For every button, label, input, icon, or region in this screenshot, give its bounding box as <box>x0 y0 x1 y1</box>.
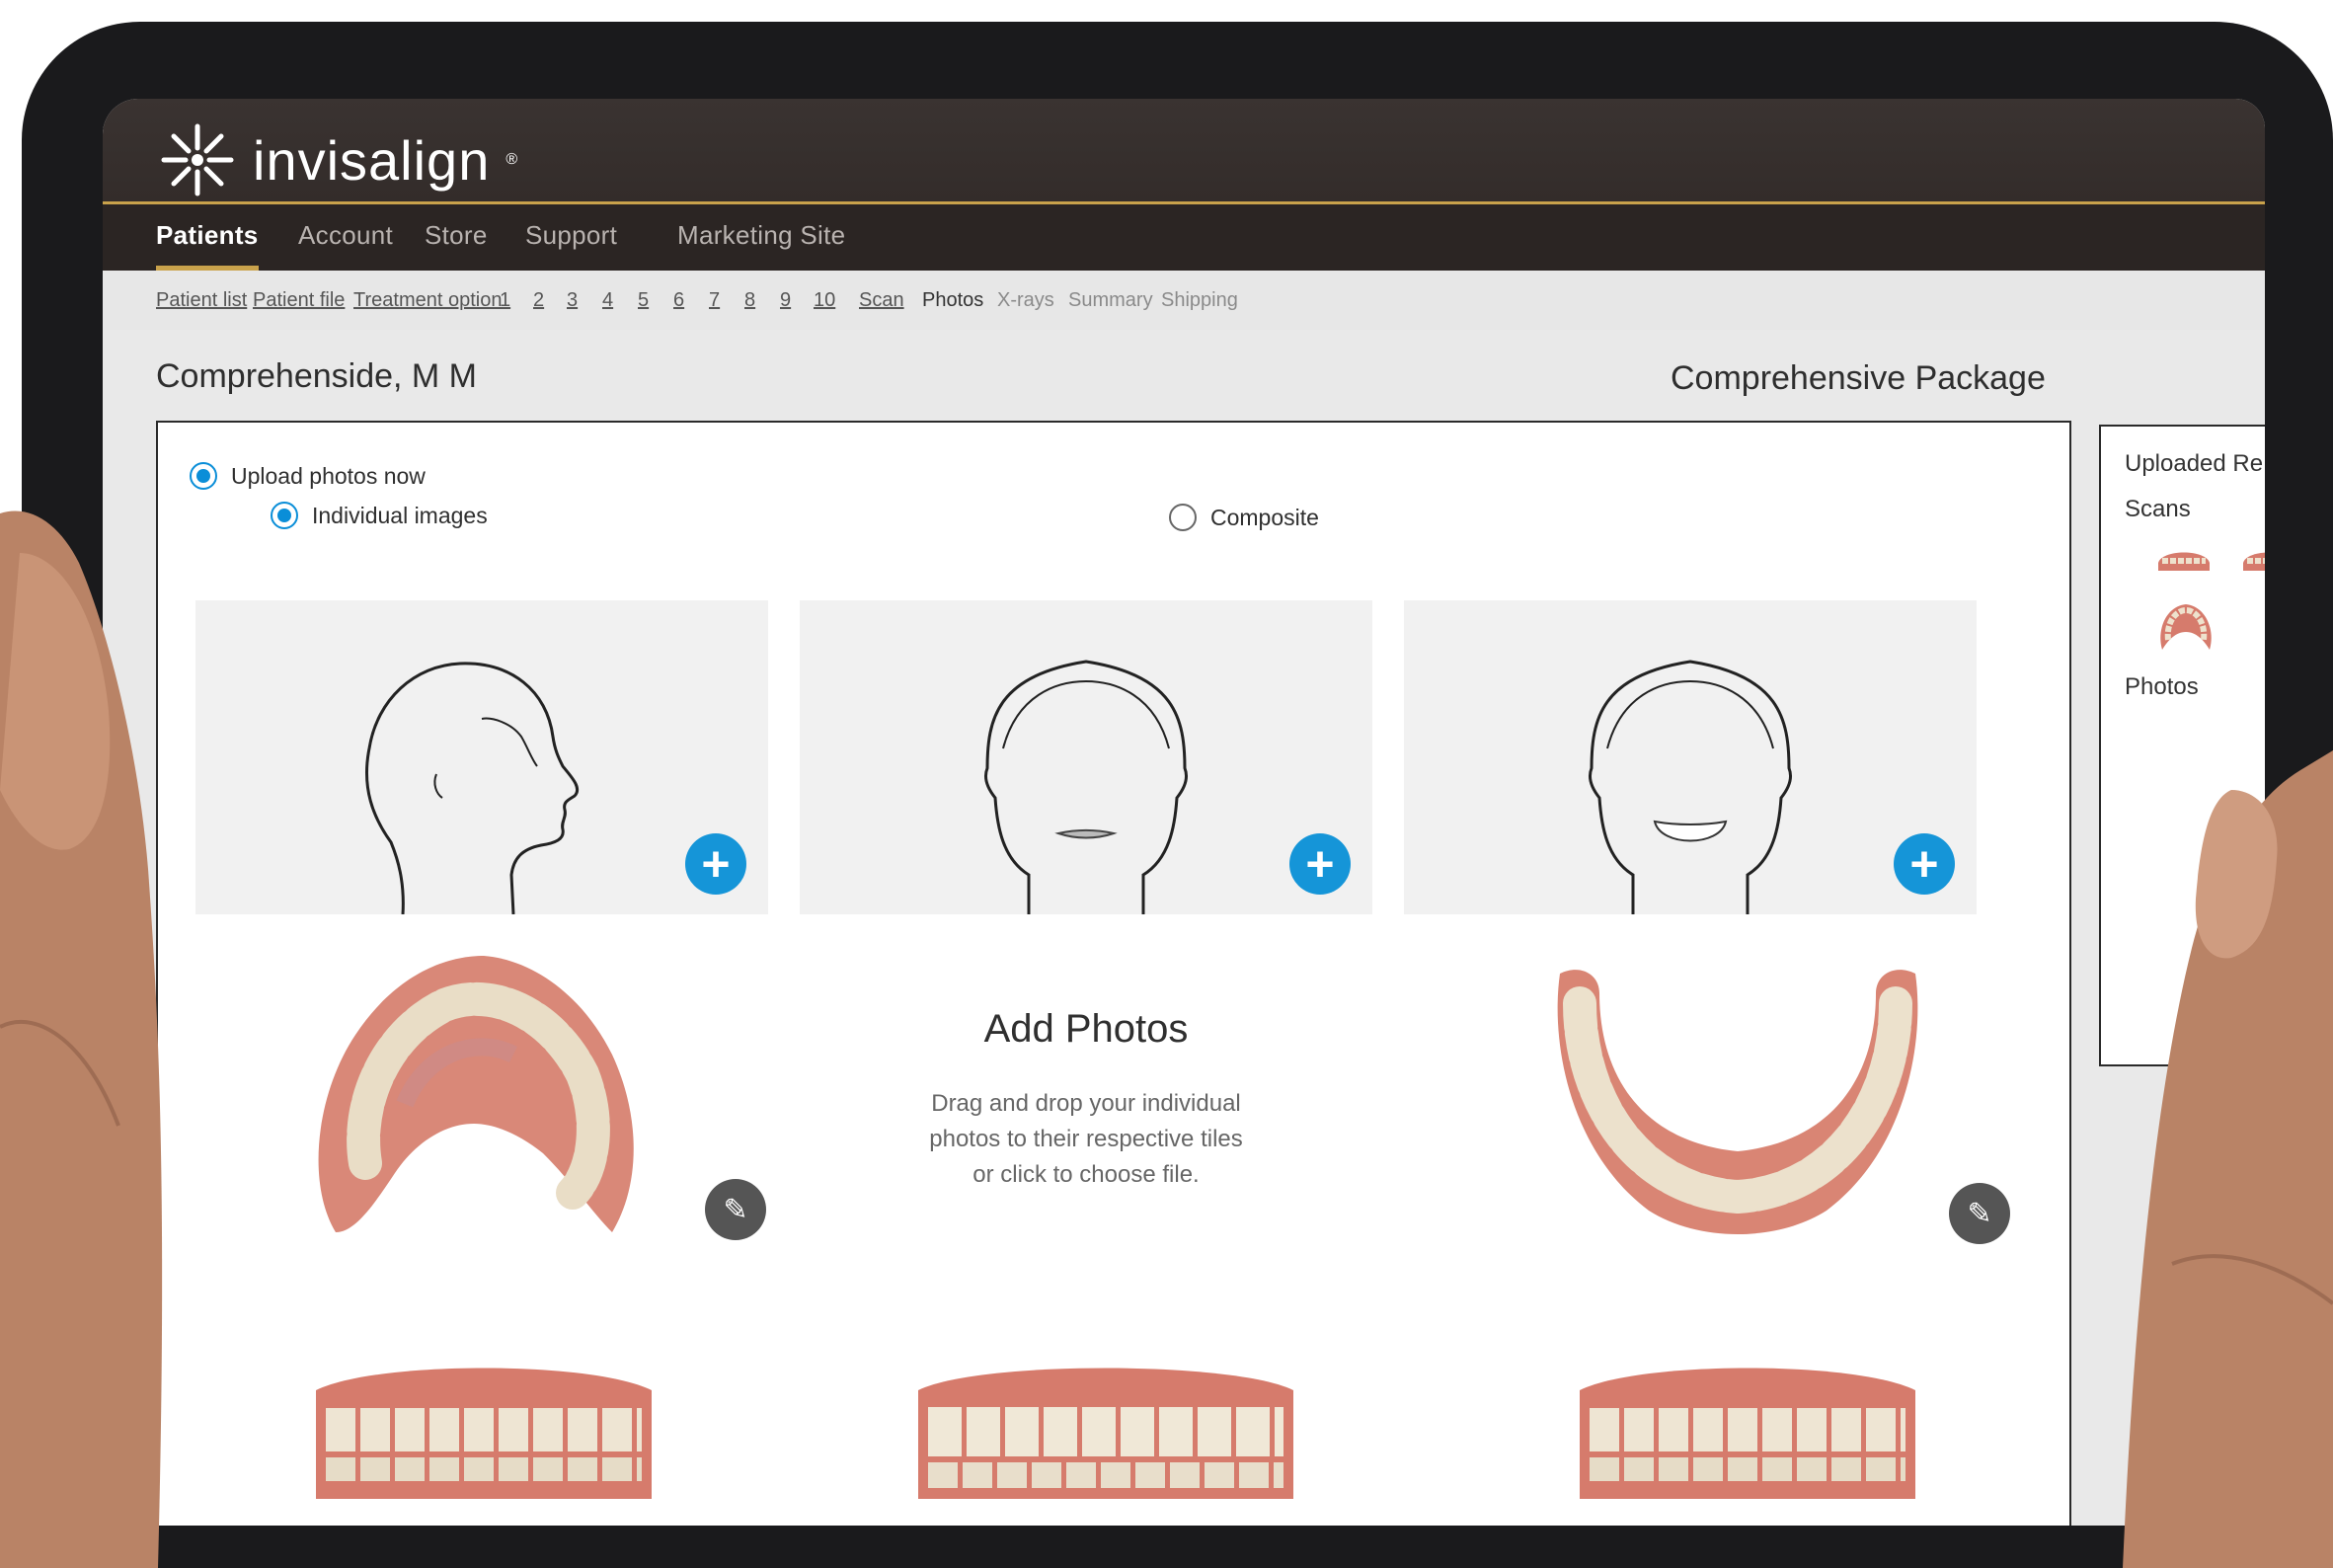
crumb-step-8[interactable]: 8 <box>744 289 755 312</box>
composite-radio[interactable] <box>1169 504 1197 531</box>
scans-label: Scans <box>2125 496 2191 522</box>
crumb-step-4[interactable]: 4 <box>602 289 613 312</box>
crumb-summary[interactable]: Summary <box>1068 289 1153 312</box>
add-photos-description: Drag and drop your individual photos to … <box>740 1086 1432 1193</box>
main-nav: Patients Account Store Support Marketing… <box>103 201 2265 271</box>
add-photos-line-2: photos to their respective tiles <box>929 1126 1243 1152</box>
package-name: Comprehensive Package <box>1671 359 2046 397</box>
add-photos-line-3: or click to choose file. <box>972 1161 1200 1188</box>
crumb-shipping[interactable]: Shipping <box>1161 289 1238 312</box>
crumb-patient-file[interactable]: Patient file <box>253 289 345 312</box>
left-buccal-scan-image[interactable] <box>1580 1361 1915 1499</box>
lower-arch-scan-image[interactable] <box>1540 964 1935 1250</box>
app-screen: invisalign ® Patients Account Store Suppo… <box>103 99 2265 1526</box>
add-photo-button[interactable]: + <box>685 833 746 895</box>
upload-now-label: Upload photos now <box>231 462 426 489</box>
patient-name: Comprehenside, M M <box>156 357 478 395</box>
right-hand-image <box>2123 750 2333 1568</box>
profile-head-icon <box>365 662 580 914</box>
frontal-scan-image[interactable] <box>918 1361 1293 1499</box>
crumb-patient-list[interactable]: Patient list <box>156 289 247 312</box>
crumb-step-5[interactable]: 5 <box>638 289 649 312</box>
nav-marketing-site[interactable]: Marketing Site <box>677 220 845 251</box>
crumb-treatment-option[interactable]: Treatment option <box>353 289 502 312</box>
crumb-step-10[interactable]: 10 <box>814 289 835 312</box>
crumb-x-rays[interactable]: X-rays <box>997 289 1054 312</box>
nav-patients[interactable]: Patients <box>156 220 259 251</box>
upload-now-option[interactable]: Upload photos now <box>190 462 426 490</box>
crumb-step-2[interactable]: 2 <box>533 289 544 312</box>
upper-arch-scan-image[interactable] <box>296 946 652 1242</box>
add-photos-title: Add Photos <box>983 1007 1189 1051</box>
add-photo-button[interactable]: + <box>1289 833 1351 895</box>
scan-thumbnail[interactable] <box>2156 543 2212 573</box>
crumb-step-9[interactable]: 9 <box>780 289 791 312</box>
photos-label: Photos <box>2125 673 2199 700</box>
composite-option[interactable]: Composite <box>1169 504 1319 531</box>
brand-name: invisalign <box>253 128 491 192</box>
photo-upload-panel: Upload photos now Individual images Comp… <box>156 421 2071 1526</box>
crumb-photos[interactable]: Photos <box>922 289 983 312</box>
brand-logo[interactable]: invisalign ® <box>156 118 517 201</box>
photo-tile-front-smile[interactable]: + <box>1404 600 1977 914</box>
crumb-step-1[interactable]: 1 <box>500 289 510 312</box>
brand-registered-mark: ® <box>505 151 518 168</box>
crumb-step-3[interactable]: 3 <box>567 289 578 312</box>
nav-store[interactable]: Store <box>425 220 488 251</box>
nav-support[interactable]: Support <box>525 220 617 251</box>
add-photo-button[interactable]: + <box>1894 833 1955 895</box>
app-header: invisalign ® <box>103 99 2265 201</box>
smiling-face-icon <box>1588 660 1793 914</box>
starburst-logo-icon <box>161 123 234 196</box>
page-content: Comprehenside, M M Comprehensive Package… <box>103 330 2265 1526</box>
edit-photo-button[interactable]: ✎ <box>1949 1183 2010 1244</box>
left-hand-image <box>0 510 163 1568</box>
nav-account[interactable]: Account <box>298 220 393 251</box>
crumb-step-6[interactable]: 6 <box>673 289 684 312</box>
crumb-scan[interactable]: Scan <box>859 289 904 312</box>
individual-images-label: Individual images <box>312 502 488 528</box>
right-buccal-scan-image[interactable] <box>316 1361 652 1499</box>
photo-tile-profile[interactable]: + <box>195 600 768 914</box>
crumb-step-7[interactable]: 7 <box>709 289 720 312</box>
breadcrumb: Patient list Patient file Treatment opti… <box>103 271 2265 330</box>
scan-thumbnail[interactable] <box>2241 543 2265 573</box>
add-photos-line-1: Drag and drop your individual <box>931 1090 1241 1117</box>
uploaded-records-title: Uploaded Re <box>2125 450 2264 477</box>
upload-now-radio[interactable] <box>190 462 217 490</box>
individual-images-radio[interactable] <box>271 502 298 529</box>
individual-images-option[interactable]: Individual images <box>271 502 488 529</box>
scan-thumbnail[interactable] <box>2156 600 2216 652</box>
front-face-icon <box>983 660 1189 914</box>
composite-label: Composite <box>1210 504 1319 530</box>
photo-tile-front-relaxed[interactable]: + <box>800 600 1372 914</box>
